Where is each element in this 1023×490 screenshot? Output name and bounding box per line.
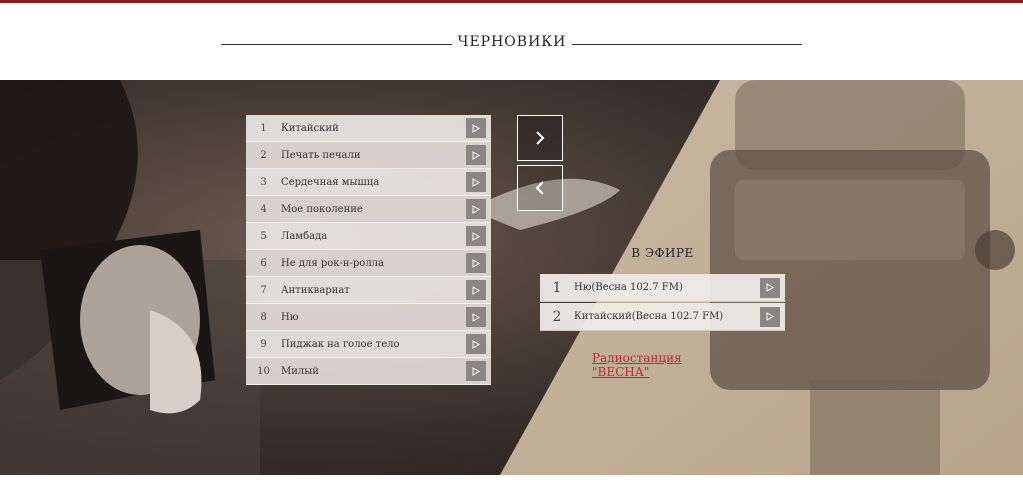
track-title: Антиквариат [281, 284, 350, 296]
play-icon [472, 312, 480, 322]
track-row[interactable]: 5 Ламбада [246, 223, 491, 250]
track-number: 2 [260, 149, 267, 161]
on-air-track-title: Ню(Весна 102.7 FM) [574, 282, 683, 293]
track-title: Милый [281, 365, 319, 377]
on-air-track-title: Китайский(Весна 102.7 FM) [574, 311, 724, 322]
track-title: Сердечная мышца [281, 176, 380, 188]
play-button[interactable] [466, 334, 486, 354]
play-icon [472, 150, 480, 160]
play-icon [766, 283, 774, 292]
play-button[interactable] [466, 280, 486, 300]
play-icon [472, 258, 480, 268]
play-icon [472, 231, 480, 241]
on-air-number: 2 [552, 308, 562, 325]
track-row[interactable]: 9 Пиджак на голое тело [246, 331, 491, 358]
play-icon [472, 285, 480, 295]
play-button[interactable] [466, 145, 486, 165]
track-title: Ламбада [281, 230, 328, 242]
station-link[interactable]: Радиостанция "ВЕСНА" [592, 351, 742, 379]
play-icon [472, 177, 480, 187]
track-number: 1 [260, 122, 267, 134]
title-divider-left [221, 44, 452, 45]
next-button[interactable] [517, 115, 563, 161]
track-row[interactable]: 1 Китайский [246, 115, 491, 142]
track-number: 6 [260, 257, 267, 269]
track-title: Печать печали [281, 149, 361, 161]
play-button[interactable] [760, 277, 780, 298]
on-air-number: 1 [552, 279, 562, 296]
play-button[interactable] [466, 253, 486, 273]
track-title: Китайский [281, 122, 339, 134]
track-title: Не для рок-н-ролла [281, 257, 384, 269]
on-air-row[interactable]: 1 Ню(Весна 102.7 FM) [540, 274, 785, 302]
play-button[interactable] [466, 226, 486, 246]
track-number: 7 [260, 284, 267, 296]
play-button[interactable] [466, 361, 486, 381]
track-row[interactable]: 7 Антиквариат [246, 277, 491, 304]
play-icon [472, 339, 480, 349]
section-header: ЧЕРНОВИКИ [0, 28, 1023, 62]
track-row[interactable]: 2 Печать печали [246, 142, 491, 169]
play-button[interactable] [760, 306, 780, 327]
on-air-heading: В ЭФИРЕ [631, 246, 694, 260]
top-accent-bar [0, 0, 1023, 3]
track-row[interactable]: 10 Милый [246, 358, 491, 385]
play-button[interactable] [466, 199, 486, 219]
play-icon [472, 366, 480, 376]
chevron-right-icon [536, 131, 545, 145]
track-title: Мое поколение [281, 203, 363, 215]
track-row[interactable]: 4 Мое поколение [246, 196, 491, 223]
track-title: Ню [281, 311, 299, 323]
play-icon [766, 312, 774, 321]
track-row[interactable]: 6 Не для рок-н-ролла [246, 250, 491, 277]
play-button[interactable] [466, 118, 486, 138]
chevron-left-icon [535, 181, 544, 195]
track-number: 8 [260, 311, 267, 323]
title-divider-right [572, 44, 802, 45]
play-button[interactable] [466, 307, 486, 327]
play-icon [472, 204, 480, 214]
track-number: 9 [260, 338, 267, 350]
section-title: ЧЕРНОВИКИ [457, 34, 567, 50]
hero-background-image [0, 80, 1023, 475]
track-number: 10 [257, 365, 270, 377]
prev-button[interactable] [517, 165, 563, 211]
on-air-row[interactable]: 2 Китайский(Весна 102.7 FM) [540, 303, 785, 331]
track-row[interactable]: 8 Ню [246, 304, 491, 331]
track-number: 3 [260, 176, 267, 188]
play-button[interactable] [466, 172, 486, 192]
track-number: 4 [260, 203, 267, 215]
play-icon [472, 123, 480, 133]
track-number: 5 [260, 230, 267, 242]
playlist: 1 Китайский 2 Печать печали 3 Сердечная … [246, 115, 491, 387]
track-title: Пиджак на голое тело [281, 338, 400, 350]
track-row[interactable]: 3 Сердечная мышца [246, 169, 491, 196]
hero-banner [0, 80, 1023, 475]
